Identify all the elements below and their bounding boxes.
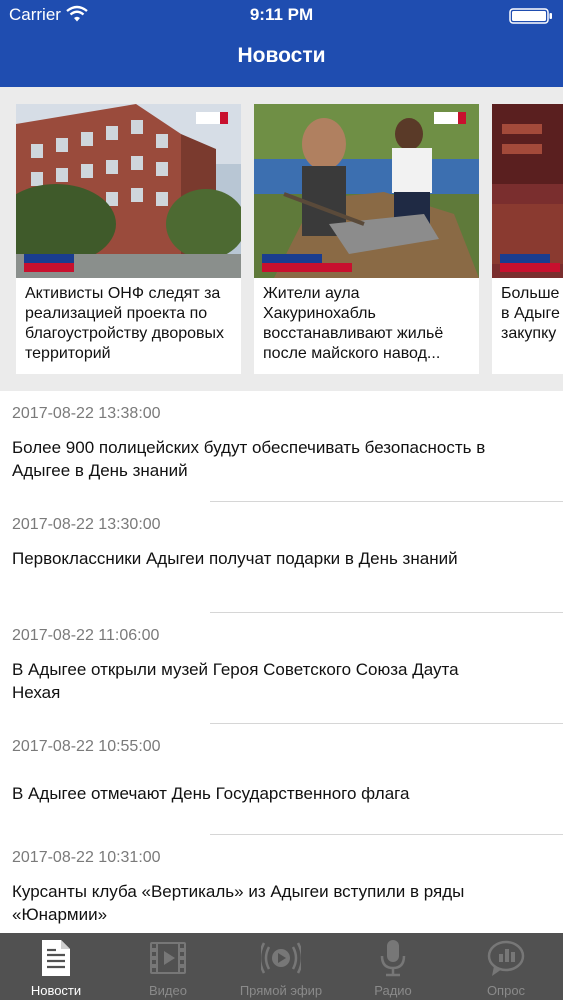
news-date: 2017-08-22 10:31:00 bbox=[12, 849, 161, 866]
news-title: Более 900 полицейских будут обеспечивать… bbox=[12, 438, 486, 480]
tab-radio[interactable]: Радио bbox=[337, 933, 449, 1000]
document-icon bbox=[42, 940, 70, 976]
news-title: В Адыгее открыли музей Героя Советского … bbox=[12, 660, 459, 702]
featured-photo bbox=[254, 104, 479, 278]
featured-photo bbox=[492, 104, 563, 278]
news-list: 2017-08-22 13:38:00 Более 900 полицейски… bbox=[0, 391, 563, 933]
news-item[interactable]: 2017-08-22 10:55:00 В Адыгее отмечают Де… bbox=[0, 724, 563, 835]
status-time: 9:11 PM bbox=[249, 5, 314, 24]
tab-label: Прямой эфир bbox=[239, 983, 323, 998]
tab-bar: Новости Видео Прямой эфир Радио Опрос bbox=[0, 933, 563, 1000]
news-date: 2017-08-22 10:55:00 bbox=[12, 738, 161, 755]
featured-caption: Больше в Адыге закупку bbox=[501, 285, 560, 342]
tab-poll[interactable]: Опрос bbox=[450, 933, 562, 1000]
live-broadcast-icon bbox=[261, 942, 301, 974]
news-date: 2017-08-22 13:30:00 bbox=[12, 516, 161, 533]
news-item[interactable]: 2017-08-22 10:31:00 Курсанты клуба «Верт… bbox=[0, 835, 563, 933]
tab-news[interactable]: Новости bbox=[0, 933, 112, 1000]
film-icon bbox=[150, 942, 186, 974]
news-item[interactable]: 2017-08-22 11:06:00 В Адыгее открыли муз… bbox=[0, 613, 563, 724]
microphone-icon bbox=[380, 940, 406, 977]
status-bar: Carrier 9:11 PM bbox=[0, 0, 563, 30]
app-header: Carrier 9:11 PM Новости bbox=[0, 0, 563, 87]
news-title: Курсанты клуба «Вертикаль» из Адыгеи вст… bbox=[12, 882, 465, 924]
news-title: В Адыгее отмечают День Государственного … bbox=[12, 784, 410, 803]
featured-caption: Активисты ОНФ следят за реализацией прое… bbox=[25, 285, 225, 362]
tab-video[interactable]: Видео bbox=[112, 933, 224, 1000]
featured-card[interactable]: Активисты ОНФ следят за реализацией прое… bbox=[16, 104, 241, 374]
poll-chat-icon bbox=[487, 940, 525, 976]
news-title: Первоклассники Адыгеи получат подарки в … bbox=[12, 549, 458, 568]
tab-label: Новости bbox=[30, 983, 82, 998]
tab-label: Радио bbox=[374, 983, 412, 998]
news-date: 2017-08-22 13:38:00 bbox=[12, 405, 161, 422]
tab-label: Видео bbox=[149, 983, 187, 998]
tab-live[interactable]: Прямой эфир bbox=[225, 933, 337, 1000]
news-date: 2017-08-22 11:06:00 bbox=[12, 627, 160, 644]
news-item[interactable]: 2017-08-22 13:38:00 Более 900 полицейски… bbox=[0, 391, 563, 502]
page-title: Новости bbox=[237, 44, 326, 67]
featured-carousel[interactable]: Активисты ОНФ следят за реализацией прое… bbox=[0, 87, 563, 391]
featured-card[interactable]: Больше в Адыге закупку bbox=[492, 104, 563, 374]
news-item[interactable]: 2017-08-22 13:30:00 Первоклассники Адыге… bbox=[0, 502, 563, 613]
tab-label: Опрос bbox=[486, 983, 526, 998]
battery-icon bbox=[509, 8, 552, 24]
featured-photo bbox=[16, 104, 241, 278]
featured-card[interactable]: Жители аула Хакуринохабль восстанавливаю… bbox=[254, 104, 479, 374]
featured-caption: Жители аула Хакуринохабль восстанавливаю… bbox=[263, 285, 444, 362]
